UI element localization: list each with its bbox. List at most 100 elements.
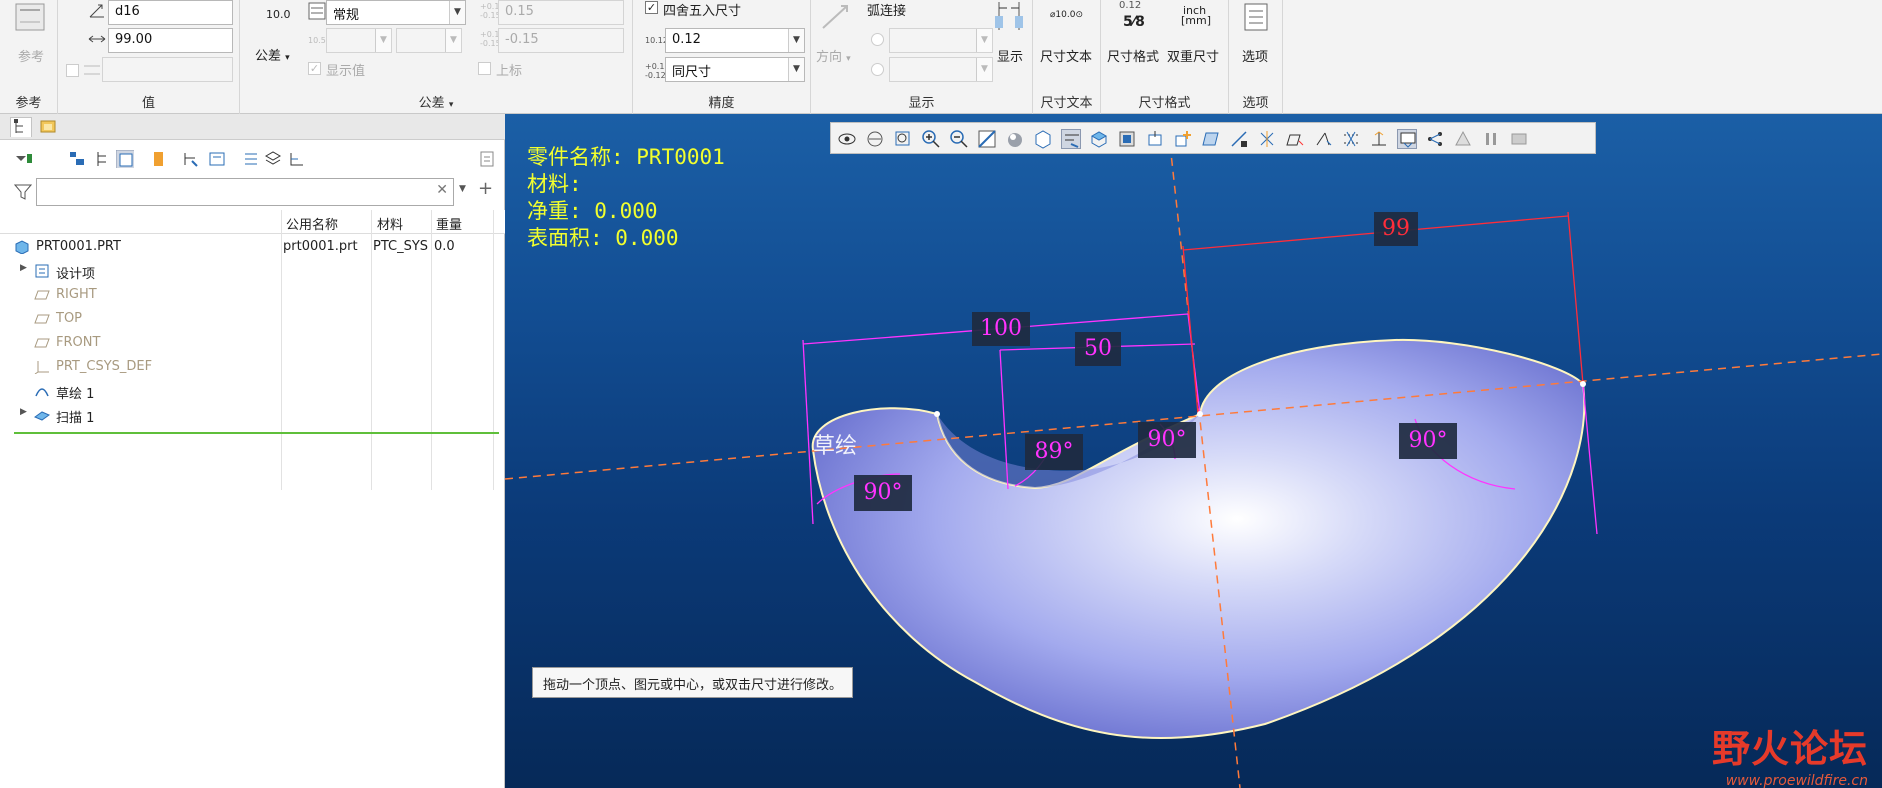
stop-animation-icon[interactable] <box>1509 129 1529 149</box>
decimal-places-select[interactable]: 0.12 ▼ <box>665 28 805 53</box>
tree-item-top-plane[interactable]: TOP <box>0 308 500 330</box>
value-extra-field[interactable] <box>102 57 233 82</box>
direction-button[interactable]: 方向 ▾ <box>816 46 851 65</box>
group-label-tolerance[interactable]: 公差 ▾ <box>240 92 632 111</box>
axis-display-icon[interactable] <box>1229 129 1249 149</box>
dimension-name-field[interactable]: d16 <box>108 0 233 25</box>
arc-option-radio-2[interactable] <box>871 63 884 76</box>
tolerance-mode-select[interactable]: 常规 ▼ <box>326 0 466 25</box>
zoom-fit-icon[interactable] <box>893 129 913 149</box>
insert-here-marker[interactable] <box>14 432 499 434</box>
tree-root-common-name: prt0001.prt <box>283 239 358 254</box>
vertex-display-icon[interactable] <box>1425 129 1445 149</box>
tree-item-sweep[interactable]: ▶ 扫描 1 <box>0 404 500 426</box>
point-display-icon[interactable] <box>1257 129 1277 149</box>
tree-columns-icon[interactable] <box>94 150 112 168</box>
constraint-display-icon[interactable] <box>1369 129 1389 149</box>
reference-button[interactable]: 参考 <box>18 46 44 65</box>
panel-tabs <box>0 114 505 140</box>
dim-text-button[interactable]: 尺寸文本 <box>1040 46 1092 65</box>
insert-mode-icon[interactable] <box>182 150 200 168</box>
tolerance-decimal-select[interactable]: 同尺寸 ▼ <box>665 57 805 82</box>
perspective-icon[interactable] <box>1089 129 1109 149</box>
lower-tolerance-field[interactable]: -0.15 <box>498 28 624 53</box>
regenerate-list-icon[interactable] <box>242 150 260 168</box>
column-common-name[interactable]: 公用名称 <box>286 214 338 233</box>
view-eye-icon[interactable] <box>837 129 857 149</box>
dimension-99[interactable]: 99 <box>1374 212 1418 246</box>
sketch-view-icon[interactable] <box>1061 129 1081 149</box>
suppress-icon[interactable] <box>150 150 168 168</box>
tree-item-right-plane[interactable]: RIGHT <box>0 284 500 306</box>
dim-format-button[interactable]: 尺寸格式 <box>1107 46 1159 65</box>
tree-item-front-plane[interactable]: FRONT <box>0 332 500 354</box>
csys-tree-icon[interactable] <box>288 150 306 168</box>
column-weight[interactable]: 重量 <box>436 214 462 233</box>
tab-folder-browser[interactable] <box>38 117 60 137</box>
tree-settings-icon[interactable] <box>116 150 134 168</box>
fraction-sample-top: 0.12 <box>1119 0 1142 11</box>
saved-views-icon[interactable] <box>1033 129 1053 149</box>
show-value-label: 显示值 <box>326 64 366 79</box>
vertex-point[interactable] <box>1197 411 1203 417</box>
expand-arrow-icon[interactable]: ▶ <box>20 407 27 417</box>
dimension-angle-89[interactable]: 89° <box>1025 434 1083 470</box>
tolerance-precision-select-2[interactable]: ▼ <box>396 28 462 53</box>
column-material[interactable]: 材料 <box>377 214 403 233</box>
show-value-checkbox[interactable]: ✓ <box>308 62 321 75</box>
info-material: 材料: <box>527 172 582 196</box>
tolerance-button[interactable]: 公差 ▾ <box>255 45 290 64</box>
plane-display-icon[interactable] <box>1201 129 1221 149</box>
dual-dim-button[interactable]: 双重尺寸 <box>1167 46 1219 65</box>
layer-icon[interactable] <box>208 150 226 168</box>
repaint-icon[interactable] <box>977 129 997 149</box>
tolerance-precision-select[interactable]: ▼ <box>326 28 392 53</box>
csys-display-icon[interactable] <box>1285 129 1305 149</box>
vertex-point[interactable] <box>934 411 940 417</box>
tree-item-csys[interactable]: PRT_CSYS_DEF <box>0 356 500 378</box>
pause-icon[interactable] <box>1481 129 1501 149</box>
zoom-out-icon[interactable] <box>949 129 969 149</box>
dimension-50[interactable]: 50 <box>1075 332 1121 366</box>
annotation-display-icon[interactable] <box>1173 129 1193 149</box>
panel-menu-icon[interactable] <box>478 150 496 168</box>
value-option-checkbox[interactable] <box>66 64 79 77</box>
dimension-display-icon[interactable] <box>1341 129 1361 149</box>
tree-row-root[interactable]: PRT0001.PRT prt0001.prt PTC_SYS 0.0 <box>0 236 500 258</box>
tree-item-sketch[interactable]: 草绘 1 <box>0 380 500 402</box>
show-dropdown-icon[interactable] <box>14 150 32 168</box>
dimension-angle-90-mid[interactable]: 90° <box>1138 422 1196 458</box>
filter-dropdown-icon[interactable]: ▼ <box>459 184 466 194</box>
grid-display-icon[interactable] <box>1397 129 1417 149</box>
expand-arrow-icon[interactable]: ▶ <box>20 263 27 273</box>
refit-icon[interactable] <box>865 129 885 149</box>
ribbon-group-display: 方向 ▾ 弧连接 ▼ ▼ 显示 显示 <box>811 0 1033 114</box>
add-filter-icon[interactable]: + <box>478 178 493 199</box>
rounding-checkbox[interactable]: ✓ <box>645 1 658 14</box>
clear-search-icon[interactable]: ✕ <box>436 182 448 198</box>
arc-option-select-2[interactable]: ▼ <box>889 57 993 82</box>
vertex-point[interactable] <box>1580 381 1586 387</box>
options-button[interactable]: 选项 <box>1242 46 1268 65</box>
dimension-angle-90-right[interactable]: 90° <box>1399 423 1457 459</box>
arc-option-select-1[interactable]: ▼ <box>889 28 993 53</box>
layers-stack-icon[interactable] <box>264 150 282 168</box>
section-icon[interactable] <box>1117 129 1137 149</box>
display-button[interactable]: 显示 <box>997 46 1023 65</box>
spin-center-icon[interactable] <box>1313 129 1333 149</box>
dimension-100[interactable]: 100 <box>972 312 1030 346</box>
lock-scale-icon[interactable] <box>1453 129 1473 149</box>
datum-display-icon[interactable] <box>1145 129 1165 149</box>
display-style-icon[interactable] <box>1005 129 1025 149</box>
graphics-window[interactable]: 零件名称: PRT0001 材料: 净重: 0.000 表面积: 0.000 草… <box>505 114 1882 788</box>
tab-model-tree[interactable] <box>10 117 32 137</box>
zoom-in-icon[interactable] <box>921 129 941 149</box>
superscript-checkbox[interactable] <box>478 62 491 75</box>
dimension-value-field[interactable]: 99.00 <box>108 28 233 53</box>
upper-tolerance-field[interactable]: 0.15 <box>498 0 624 25</box>
tree-filter-icon[interactable] <box>68 150 86 168</box>
tree-item-design-items[interactable]: ▶ 设计项 <box>0 260 500 282</box>
dimension-angle-90-left[interactable]: 90° <box>854 475 912 511</box>
tree-search-input[interactable]: ✕ <box>36 178 454 206</box>
arc-option-radio-1[interactable] <box>871 33 884 46</box>
